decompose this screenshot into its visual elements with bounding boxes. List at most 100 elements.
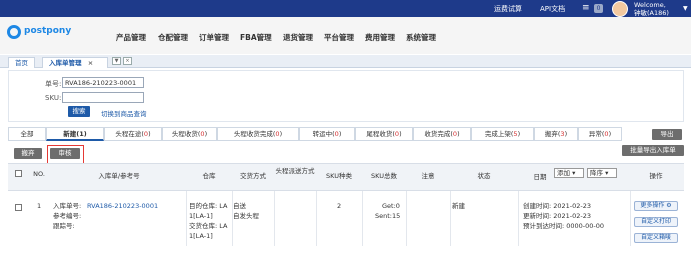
- col-order: 入库单/参考号: [98, 172, 140, 180]
- sort-field-select[interactable]: 添加 ▾: [554, 168, 584, 178]
- status-tab-head-transit[interactable]: 头程在途(0): [104, 127, 162, 141]
- nav-warehouse[interactable]: 仓配管理: [158, 32, 188, 43]
- status-tab-count: 0: [143, 130, 149, 138]
- inbound-no-label: 入库单号:: [53, 202, 82, 210]
- col-sku-type: SKU种类: [326, 172, 352, 180]
- close-icon[interactable]: ×: [88, 59, 93, 67]
- status-tab-tail-receive[interactable]: 尾程收货(0): [355, 127, 413, 141]
- col-divider: [450, 191, 451, 246]
- col-note: 注意: [421, 172, 435, 180]
- status-value: 新建: [452, 202, 465, 210]
- col-delivery: 交货方式: [240, 172, 266, 180]
- tab-inbound-label: 入库单管理: [49, 59, 82, 67]
- inbound-no-link[interactable]: RVA186-210223-0001: [87, 201, 158, 211]
- col-divider: [186, 191, 187, 246]
- updated-time: 更新时间: 2021-02-23: [523, 212, 592, 220]
- status-tab-transfer[interactable]: 转运中(0): [299, 127, 355, 141]
- menu-icon[interactable]: ≡: [582, 4, 592, 13]
- more-actions-button[interactable]: 更多操作 ⚙: [634, 201, 678, 211]
- delivery-method: 自送: [233, 202, 246, 210]
- sku-input[interactable]: [62, 92, 144, 103]
- discard-button[interactable]: 搬弃: [14, 148, 42, 159]
- nav-product[interactable]: 产品管理: [116, 32, 146, 43]
- status-tab-all[interactable]: 全部: [8, 127, 46, 141]
- col-head-method: 头程派送方式: [275, 167, 315, 175]
- sku-get: Get:0: [382, 202, 400, 210]
- status-tab-new[interactable]: 新建(1): [46, 127, 104, 141]
- status-tab-discarded[interactable]: 搬弃(3): [534, 127, 578, 141]
- nav-order[interactable]: 订单管理: [199, 32, 229, 43]
- sku-type-value: 2: [337, 202, 342, 210]
- col-divider: [518, 191, 519, 246]
- col-warehouse: 仓库: [202, 172, 216, 180]
- nav-system[interactable]: 系统管理: [406, 32, 436, 43]
- head-method: 自发头程: [233, 212, 259, 220]
- dest-warehouse-code: 1[LA-1]: [189, 212, 213, 220]
- status-tab-count: 3: [560, 130, 565, 138]
- status-tab-count: 0: [275, 130, 280, 138]
- deliver-warehouse-code: 1[LA-1]: [189, 232, 213, 240]
- switch-product-query-link[interactable]: 切换到商品查询: [101, 108, 147, 118]
- custom-print-button[interactable]: 自定义打印: [634, 217, 678, 227]
- freight-calc-link[interactable]: 运费试算: [494, 4, 522, 14]
- col-status: 状态: [477, 172, 491, 180]
- status-tab-receive-done[interactable]: 收货完成(0): [413, 127, 471, 141]
- row-checkbox[interactable]: [15, 204, 22, 211]
- welcome-text: Welcome,: [634, 1, 666, 9]
- status-tab-label: 全部: [20, 130, 34, 138]
- status-tab-label: 头程在途: [115, 130, 142, 138]
- ref-no-label: 参考编号:: [53, 212, 82, 220]
- col-divider: [362, 191, 363, 246]
- col-divider: [232, 191, 233, 246]
- status-tab-head-receive[interactable]: 头程收货(0): [162, 127, 217, 141]
- nav-fee[interactable]: 费用管理: [365, 32, 395, 43]
- batch-export-button[interactable]: 批量导出入库单: [622, 145, 684, 156]
- sort-field-value: 添加: [557, 169, 570, 177]
- status-tab-label: 转运中: [312, 130, 333, 138]
- status-tab-shelved[interactable]: 完成上架(5): [471, 127, 534, 141]
- brand-name: postpony: [24, 26, 72, 36]
- logo-icon: [7, 25, 21, 39]
- deliver-warehouse: 交货仓库: LA: [189, 222, 228, 230]
- row-no: 1: [37, 202, 42, 210]
- status-tab-count: 0: [200, 130, 205, 138]
- status-tab-label: 新建: [63, 130, 77, 138]
- tab-dropdown-icon[interactable]: ▼: [112, 57, 121, 65]
- select-all-checkbox[interactable]: [15, 170, 22, 177]
- avatar[interactable]: [612, 1, 628, 17]
- status-tab-head-receive-done[interactable]: 头程收货完成(0): [217, 127, 299, 141]
- col-date: 日期: [533, 173, 547, 181]
- notification-badge[interactable]: 0: [594, 4, 603, 13]
- export-button[interactable]: 导出: [652, 129, 682, 140]
- chevron-down-icon[interactable]: ▼: [683, 5, 688, 12]
- status-tab-label: 异常: [588, 130, 602, 138]
- sku-sent: Sent:15: [375, 212, 401, 220]
- created-time: 创建时间: 2021-02-23: [523, 202, 592, 210]
- custom-label-button[interactable]: 自定义箱唛: [634, 233, 678, 243]
- status-tab-label: 头程收货完成: [233, 130, 273, 138]
- gear-icon: ⚙: [666, 202, 672, 209]
- search-button[interactable]: 搜索: [68, 106, 90, 117]
- user-welcome[interactable]: Welcome, 钟敏(A186): [634, 1, 669, 17]
- sku-label: SKU:: [45, 94, 62, 102]
- user-name: 钟敏(A186): [634, 9, 669, 17]
- api-doc-link[interactable]: API文档: [540, 4, 565, 14]
- tab-inbound[interactable]: 入库单管理 ×: [42, 57, 108, 68]
- status-tab-exception[interactable]: 异常(0): [578, 127, 622, 141]
- tab-close-all-icon[interactable]: ×: [123, 57, 132, 65]
- nav-platform[interactable]: 平台管理: [324, 32, 354, 43]
- status-tab-count: 1: [79, 130, 84, 138]
- dest-warehouse: 目的仓库: LA: [189, 202, 228, 210]
- col-divider: [274, 191, 275, 246]
- status-tab-label: 尾程收货: [366, 130, 393, 138]
- chevron-down-icon: ▾: [605, 169, 609, 177]
- tab-home[interactable]: 首页: [8, 57, 35, 68]
- nav-return[interactable]: 退货管理: [283, 32, 313, 43]
- nav-fba[interactable]: FBA管理: [240, 32, 272, 43]
- order-no-label: 单号:: [45, 80, 62, 88]
- sort-order-select[interactable]: 降序 ▾: [587, 168, 617, 178]
- col-divider: [406, 191, 407, 246]
- approve-highlight: [47, 145, 84, 164]
- status-tab-label: 完成上架: [484, 130, 511, 138]
- order-no-input[interactable]: RVA186-210223-0001: [62, 77, 144, 88]
